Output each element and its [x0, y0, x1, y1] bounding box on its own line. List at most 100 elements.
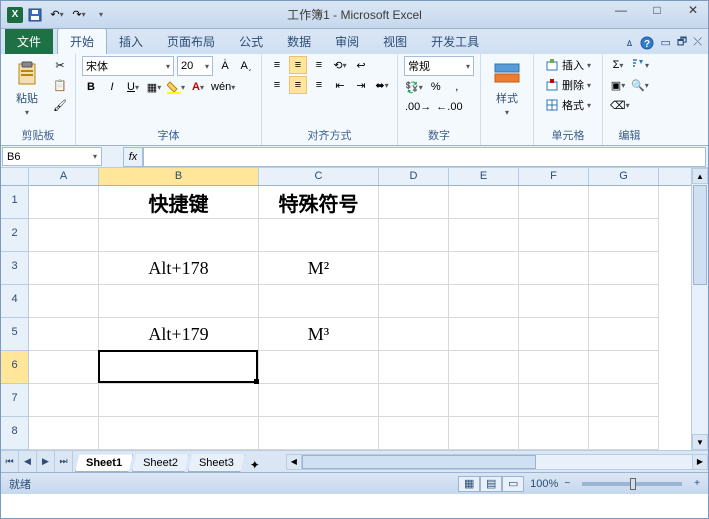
- decrease-decimal-icon[interactable]: ←.00: [435, 98, 463, 116]
- cell-F2[interactable]: [519, 219, 589, 252]
- cell-F5[interactable]: [519, 318, 589, 351]
- ribbon-minimize-icon[interactable]: ㅿ: [624, 35, 634, 51]
- tab-insert[interactable]: 插入: [107, 29, 155, 54]
- align-center-icon[interactable]: ≡: [289, 76, 307, 94]
- cell-F6[interactable]: [519, 351, 589, 384]
- number-format-combo[interactable]: 常规▾: [404, 56, 474, 76]
- scroll-down-icon[interactable]: ▼: [692, 434, 708, 450]
- cell-A5[interactable]: [29, 318, 99, 351]
- cell-A8[interactable]: [29, 417, 99, 450]
- undo-icon[interactable]: ↶▾: [47, 5, 67, 25]
- cell-G1[interactable]: [589, 186, 659, 219]
- tab-developer[interactable]: 开发工具: [419, 29, 491, 54]
- sheet-nav-prev-icon[interactable]: ◀: [19, 451, 37, 472]
- comma-icon[interactable]: ,: [448, 78, 466, 96]
- row-header-5[interactable]: 5: [1, 318, 28, 351]
- horizontal-scrollbar[interactable]: ◀ ▶: [286, 451, 708, 472]
- paste-button[interactable]: 粘贴 ▾: [7, 56, 47, 117]
- cell-G8[interactable]: [589, 417, 659, 450]
- align-right-icon[interactable]: ≡: [310, 76, 328, 94]
- col-header-A[interactable]: A: [29, 168, 99, 185]
- vertical-scrollbar[interactable]: ▲ ▼: [691, 168, 708, 450]
- font-color-icon[interactable]: A▾: [189, 78, 207, 96]
- align-middle-icon[interactable]: ≡: [289, 56, 307, 74]
- cell-F8[interactable]: [519, 417, 589, 450]
- tab-data[interactable]: 数据: [275, 29, 323, 54]
- cell-A6[interactable]: [29, 351, 99, 384]
- increase-decimal-icon[interactable]: .00→: [404, 98, 432, 116]
- cut-icon[interactable]: ✂: [51, 56, 69, 74]
- cell-B1[interactable]: 快捷键: [99, 186, 259, 219]
- view-normal-icon[interactable]: ▦: [458, 476, 480, 492]
- cell-E1[interactable]: [449, 186, 519, 219]
- format-painter-icon[interactable]: 🖌: [51, 96, 69, 114]
- cell-B3[interactable]: Alt+178: [99, 252, 259, 285]
- phonetic-icon[interactable]: wén▾: [210, 78, 236, 96]
- col-header-F[interactable]: F: [519, 168, 589, 185]
- sheet-nav-first-icon[interactable]: ⏮: [1, 451, 19, 472]
- increase-font-icon[interactable]: A̍: [216, 57, 234, 75]
- new-sheet-icon[interactable]: ✦: [244, 458, 266, 472]
- tab-home[interactable]: 开始: [57, 28, 107, 54]
- insert-cells-button[interactable]: 插入▾: [540, 56, 596, 74]
- cell-E8[interactable]: [449, 417, 519, 450]
- cell-B7[interactable]: [99, 384, 259, 417]
- cell-G5[interactable]: [589, 318, 659, 351]
- tab-view[interactable]: 视图: [371, 29, 419, 54]
- align-bottom-icon[interactable]: ≡: [310, 56, 328, 74]
- delete-cells-button[interactable]: 删除▾: [540, 76, 596, 94]
- row-header-3[interactable]: 3: [1, 252, 28, 285]
- redo-icon[interactable]: ↷▾: [69, 5, 89, 25]
- copy-icon[interactable]: 📋: [51, 76, 69, 94]
- hscroll-thumb[interactable]: [302, 455, 536, 469]
- cell-G6[interactable]: [589, 351, 659, 384]
- cell-B8[interactable]: [99, 417, 259, 450]
- increase-indent-icon[interactable]: ⇥: [352, 76, 370, 94]
- bold-button[interactable]: B: [82, 78, 100, 96]
- cell-C5[interactable]: M³: [259, 318, 379, 351]
- zoom-in-icon[interactable]: +: [694, 478, 700, 489]
- maximize-button[interactable]: □: [646, 3, 668, 17]
- cell-D8[interactable]: [379, 417, 449, 450]
- cell-D4[interactable]: [379, 285, 449, 318]
- cell-A2[interactable]: [29, 219, 99, 252]
- cell-C4[interactable]: [259, 285, 379, 318]
- minimize-button[interactable]: —: [610, 3, 632, 17]
- fill-icon[interactable]: ▣▾: [609, 76, 627, 94]
- fill-color-icon[interactable]: ▾: [166, 78, 186, 96]
- col-header-C[interactable]: C: [259, 168, 379, 185]
- cell-E3[interactable]: [449, 252, 519, 285]
- sheet-tab-3[interactable]: Sheet3: [188, 454, 245, 472]
- wrap-text-icon[interactable]: ↩: [352, 56, 370, 74]
- window-restore-icon[interactable]: 🗗: [677, 33, 687, 52]
- row-header-4[interactable]: 4: [1, 285, 28, 318]
- window-close-icon[interactable]: ⤬: [693, 36, 702, 49]
- cell-D3[interactable]: [379, 252, 449, 285]
- orientation-icon[interactable]: ⟲▾: [331, 56, 349, 74]
- row-header-6[interactable]: 6: [1, 351, 28, 384]
- name-box[interactable]: B6▾: [2, 147, 102, 166]
- cell-E6[interactable]: [449, 351, 519, 384]
- scroll-right-icon[interactable]: ▶: [692, 454, 708, 470]
- find-select-icon[interactable]: 🔍▾: [630, 76, 650, 94]
- cell-G4[interactable]: [589, 285, 659, 318]
- cell-E7[interactable]: [449, 384, 519, 417]
- tab-review[interactable]: 审阅: [323, 29, 371, 54]
- font-size-combo[interactable]: 20▾: [177, 56, 213, 76]
- align-left-icon[interactable]: ≡: [268, 76, 286, 94]
- border-icon[interactable]: ▦▾: [145, 78, 163, 96]
- cell-A3[interactable]: [29, 252, 99, 285]
- qat-customize-icon[interactable]: ▾: [91, 5, 111, 25]
- cell-E4[interactable]: [449, 285, 519, 318]
- row-header-1[interactable]: 1: [1, 186, 28, 219]
- sheet-tab-1[interactable]: Sheet1: [75, 454, 133, 472]
- cell-E2[interactable]: [449, 219, 519, 252]
- font-name-combo[interactable]: 宋体▾: [82, 56, 174, 76]
- help-icon[interactable]: ?: [640, 36, 654, 50]
- tab-page-layout[interactable]: 页面布局: [155, 29, 227, 54]
- format-cells-button[interactable]: 格式▾: [540, 96, 596, 114]
- cell-A1[interactable]: [29, 186, 99, 219]
- row-header-8[interactable]: 8: [1, 417, 28, 450]
- cell-F4[interactable]: [519, 285, 589, 318]
- cell-F1[interactable]: [519, 186, 589, 219]
